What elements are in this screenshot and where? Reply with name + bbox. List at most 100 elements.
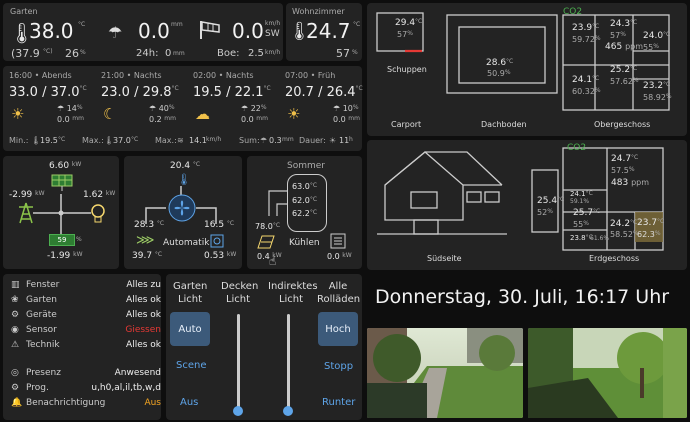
decken-licht-slider-handle[interactable] xyxy=(233,406,243,416)
indirektes-licht-slider-handle[interactable] xyxy=(283,406,293,416)
forecast-maxwind-label: Max.: xyxy=(155,136,177,145)
wohnzimmer-temp-unit: °C xyxy=(353,21,361,28)
garten-temp-feels-unit: °C) xyxy=(43,48,53,55)
rollaeden-title: Alle Rolläden xyxy=(317,281,361,305)
ventilation-panel[interactable]: 20.4 °C 🌡 28.3 °C ⋙ 16.5 °C Automatik 39… xyxy=(124,156,242,269)
og-room-2-hum: 57% xyxy=(610,31,626,40)
rollaeden-hoch-button[interactable]: Hoch xyxy=(318,312,358,346)
garten-temp: 38.0 xyxy=(29,19,74,43)
forecast-sum-unit: mm xyxy=(282,136,294,143)
forecast-max-label: Max.: xyxy=(82,136,104,145)
garten-rain-unit: mm xyxy=(171,21,183,28)
garten-panel: Garten 🌡 38.0 °C (37.9 °C) 26 % ☂ 0.0 mm… xyxy=(3,3,283,61)
og-room-6-hum: 58.92% xyxy=(643,93,672,102)
status-key: Garten xyxy=(26,295,57,305)
garten-rain: 0.0 xyxy=(138,19,170,43)
ventilation-supply: 20.4 °C xyxy=(170,161,201,171)
rollaeden-stopp-button[interactable]: Stopp xyxy=(324,361,353,372)
garten-humidity: 26 xyxy=(65,47,79,60)
energy-panel[interactable]: 6.60 kW -2.99 kW 1.62 kW 59 % -1.99 kW xyxy=(3,156,119,269)
windsock-icon xyxy=(199,19,223,45)
forecast-slot-rain-mm: 0.0 mm xyxy=(333,115,360,124)
og-room-3-temp: 24.0°C xyxy=(643,31,671,41)
fan-icon[interactable] xyxy=(168,194,196,226)
dachboden-temp: 28.6°C xyxy=(486,58,514,68)
garten-licht-aus-button[interactable]: Aus xyxy=(180,397,198,408)
ventilation-inside: 39.7 °C xyxy=(132,251,163,261)
og-room-1-hum: 59.72% xyxy=(572,35,601,44)
forecast-max: 37.0 xyxy=(113,136,131,145)
dachboden-label[interactable]: Dachboden xyxy=(481,120,527,129)
ventilation-outside: 28.3 °C xyxy=(134,220,165,230)
status-row[interactable]: ◉ Sensor Giessen xyxy=(11,325,161,339)
water-panel[interactable]: Sommer 63.0°C 62.0°C 62.2°C 78.0°C Kühle… xyxy=(247,156,362,269)
eg-room-2-hum: 52% xyxy=(537,208,553,217)
window-icon: ▥ xyxy=(11,280,20,290)
status-key: Prog. xyxy=(26,383,49,393)
status-row[interactable]: ❀ Garten Alles ok xyxy=(11,295,161,309)
heater-icon xyxy=(210,233,224,252)
forecast-slot-time: 16:00 • Abends xyxy=(9,71,72,80)
garten-humidity-unit: % xyxy=(80,49,86,56)
status-key: Presenz xyxy=(26,368,61,378)
forecast-slot-range: 19.5 / 22.1°C xyxy=(193,85,271,100)
carport-label[interactable]: Carport xyxy=(391,120,421,129)
forecast-sum-label: Sum: xyxy=(239,136,260,145)
decken-licht-slider-track[interactable] xyxy=(237,314,240,412)
status-row[interactable]: ⚙ Geräte Alles ok xyxy=(11,310,161,324)
forecast-dauer-unit: h xyxy=(349,136,353,143)
status-value: Alles ok xyxy=(126,340,161,350)
water-heater-power: 0.0 kW xyxy=(327,252,352,261)
weather-icon: ☀ xyxy=(11,105,25,123)
status-panel[interactable]: ▥ Fenster Alles zu ❀ Garten Alles ok ⚙ G… xyxy=(3,274,161,420)
status-row[interactable]: 🔔 Benachrichtigung Aus xyxy=(11,398,161,412)
og-room-6-temp: 23.2°C xyxy=(643,81,671,91)
floorplan-top-panel[interactable]: CO2 29.4°C 57% Schuppen Carport 28.6°C 5… xyxy=(367,3,687,136)
suedseite-label[interactable]: Südseite xyxy=(427,254,462,263)
forecast-slot-range: 20.7 / 26.4°C xyxy=(285,85,363,100)
forecast-dauer-label: Dauer: xyxy=(299,136,326,145)
floorplan-bottom-panel[interactable]: CO2 24.7°C 57.5% 483 ppm 25.4°C 52% 24.1… xyxy=(367,140,687,270)
garten-licht-auto-button[interactable]: Auto xyxy=(170,312,210,346)
lightbulb-icon xyxy=(90,203,106,229)
eg-room-3-hum: 59.1% xyxy=(570,198,590,205)
controls-panel[interactable]: Garten Licht Auto Scene Aus Decken Licht… xyxy=(166,274,362,420)
warning-icon: ⚠ xyxy=(11,340,20,350)
hand-pointer-icon[interactable]: ☝ xyxy=(269,254,276,268)
eg-label[interactable]: Erdgeschoss xyxy=(589,254,639,263)
garten-licht-scene-button[interactable]: Scene xyxy=(176,360,207,371)
og-room-2-temp: 24.3°C xyxy=(610,19,638,29)
ventilation-exhaust: 16.5 °C xyxy=(204,220,235,230)
wohnzimmer-humidity-unit: % xyxy=(352,49,358,56)
status-row[interactable]: ▥ Fenster Alles zu xyxy=(11,280,161,294)
forecast-min: 19.5 xyxy=(40,136,58,145)
indirektes-licht-slider-track[interactable] xyxy=(287,314,290,412)
power-tower-icon xyxy=(17,202,35,228)
status-row[interactable]: ⚙ Prog. u,h0,al,il,tb,w,d xyxy=(11,383,161,397)
eg-room-1-temp: 24.7°C xyxy=(611,154,639,164)
decken-licht-title: Decken Licht xyxy=(221,281,259,305)
house-power: 1.62 kW xyxy=(83,190,116,200)
solar-collector-icon xyxy=(257,234,275,253)
status-row[interactable]: ⚠ Technik Alles ok xyxy=(11,340,161,354)
og-label[interactable]: Obergeschoss xyxy=(594,120,650,129)
program-icon: ⚙ xyxy=(11,383,20,393)
grid-power: -2.99 kW xyxy=(9,190,45,200)
status-key: Benachrichtigung xyxy=(26,398,106,408)
forecast-slot-rain-mm: 0.0 mm xyxy=(241,115,268,124)
battery-power: -1.99 kW xyxy=(47,251,83,261)
eg-room-4-hum: 55% xyxy=(573,220,589,229)
status-value: Anwesend xyxy=(114,368,161,378)
garten-temp-feels: (37.9 xyxy=(11,47,40,60)
forecast-min-unit: °C xyxy=(58,136,66,143)
camera-image-garden-right[interactable] xyxy=(528,328,687,418)
og-room-1-temp: 23.9°C xyxy=(572,23,600,33)
og-room-3-hum: 55% xyxy=(643,43,659,52)
forecast-maxwind: 14.1 xyxy=(189,136,207,145)
rollaeden-runter-button[interactable]: Runter xyxy=(322,397,355,408)
dachboden-hum: 50.9% xyxy=(487,69,511,78)
water-inlet: 78.0°C xyxy=(255,222,281,231)
camera-image-garden-left[interactable] xyxy=(367,328,523,418)
schuppen-label[interactable]: Schuppen xyxy=(387,65,427,74)
status-row[interactable]: ◎ Presenz Anwesend xyxy=(11,368,161,382)
